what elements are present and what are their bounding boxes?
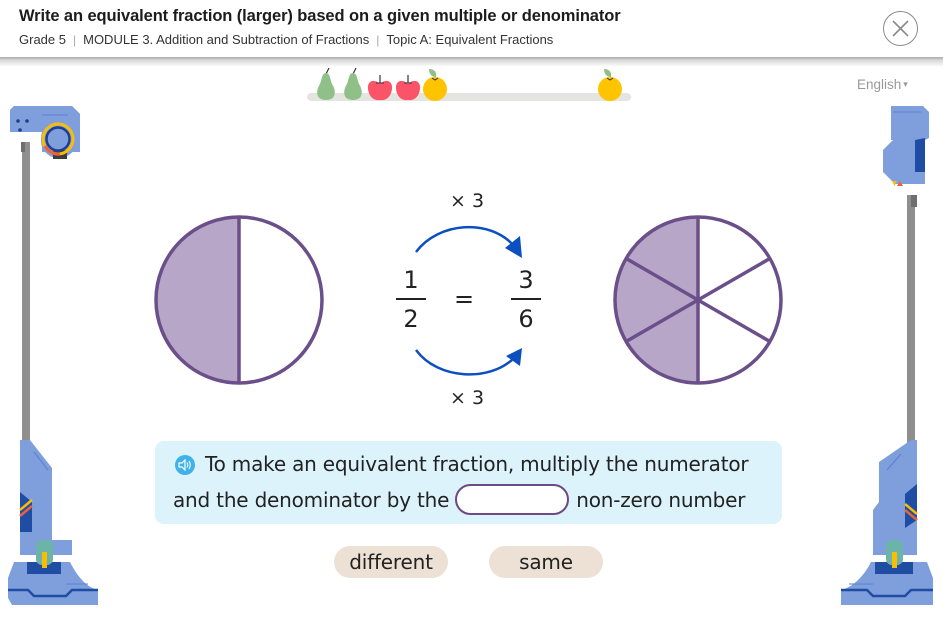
unshaded-sector bbox=[239, 217, 322, 383]
prompt-line-2: and the denominator by the non-zero numb… bbox=[173, 484, 745, 515]
arrow-top-icon bbox=[414, 225, 522, 258]
close-icon bbox=[892, 20, 909, 37]
prompt-line-1: To make an equivalent fraction, multiply… bbox=[205, 452, 749, 476]
equivalence-equation: × 3 1 2 = 3 6 × 3 bbox=[380, 180, 560, 410]
orange-icon bbox=[423, 69, 447, 101]
speaker-button[interactable] bbox=[175, 455, 195, 475]
speaker-icon bbox=[178, 459, 191, 471]
breadcrumb-topic: Topic A: Equivalent Fractions bbox=[386, 32, 554, 47]
left-denominator: 2 bbox=[403, 305, 419, 333]
header-divider bbox=[0, 57, 943, 67]
half-circle-model bbox=[154, 215, 324, 385]
goal-orange-icon bbox=[598, 69, 622, 101]
pear-icon bbox=[344, 67, 362, 100]
fraction-bar bbox=[511, 298, 541, 300]
choice-same-button[interactable]: same bbox=[489, 546, 603, 578]
arrow-bottom-icon bbox=[414, 348, 522, 376]
right-denominator: 6 bbox=[518, 305, 534, 333]
fraction-bar bbox=[396, 298, 426, 300]
sixths-circle-model bbox=[613, 215, 783, 385]
multiplier-bottom: × 3 bbox=[450, 387, 485, 409]
page-title: Write an equivalent fraction (larger) ba… bbox=[19, 7, 621, 25]
apple-icon bbox=[367, 75, 393, 101]
language-label: English bbox=[857, 77, 902, 92]
prompt-box: To make an equivalent fraction, multiply… bbox=[155, 441, 782, 524]
breadcrumb-separator: | bbox=[72, 32, 77, 47]
multiplier-top: × 3 bbox=[450, 190, 485, 212]
left-machine-decoration bbox=[8, 106, 98, 605]
breadcrumb: Grade 5 | MODULE 3. Addition and Subtrac… bbox=[19, 32, 553, 47]
breadcrumb-separator: | bbox=[376, 32, 380, 47]
equals-sign: = bbox=[454, 285, 475, 313]
shaded-sector bbox=[156, 217, 239, 383]
right-fraction: 3 6 bbox=[511, 265, 541, 334]
prompt-text-after-blank: non-zero number bbox=[576, 487, 746, 512]
language-dropdown[interactable]: English ▾ bbox=[857, 77, 908, 92]
pear-icon bbox=[317, 67, 335, 100]
header: Write an equivalent fraction (larger) ba… bbox=[0, 0, 943, 57]
breadcrumb-module: MODULE 3. Addition and Subtraction of Fr… bbox=[83, 32, 370, 47]
right-numerator: 3 bbox=[518, 266, 534, 294]
answer-blank[interactable] bbox=[455, 484, 570, 515]
chevron-down-icon: ▾ bbox=[903, 79, 908, 89]
apple-icon bbox=[395, 75, 421, 101]
left-numerator: 1 bbox=[403, 266, 419, 294]
left-fraction: 1 2 bbox=[396, 265, 426, 334]
close-button[interactable] bbox=[883, 11, 918, 46]
prompt-text-before-blank: and the denominator by the bbox=[173, 487, 450, 512]
choice-different-button[interactable]: different bbox=[334, 546, 448, 578]
breadcrumb-grade: Grade 5 bbox=[19, 32, 66, 47]
right-machine-decoration bbox=[841, 106, 933, 605]
